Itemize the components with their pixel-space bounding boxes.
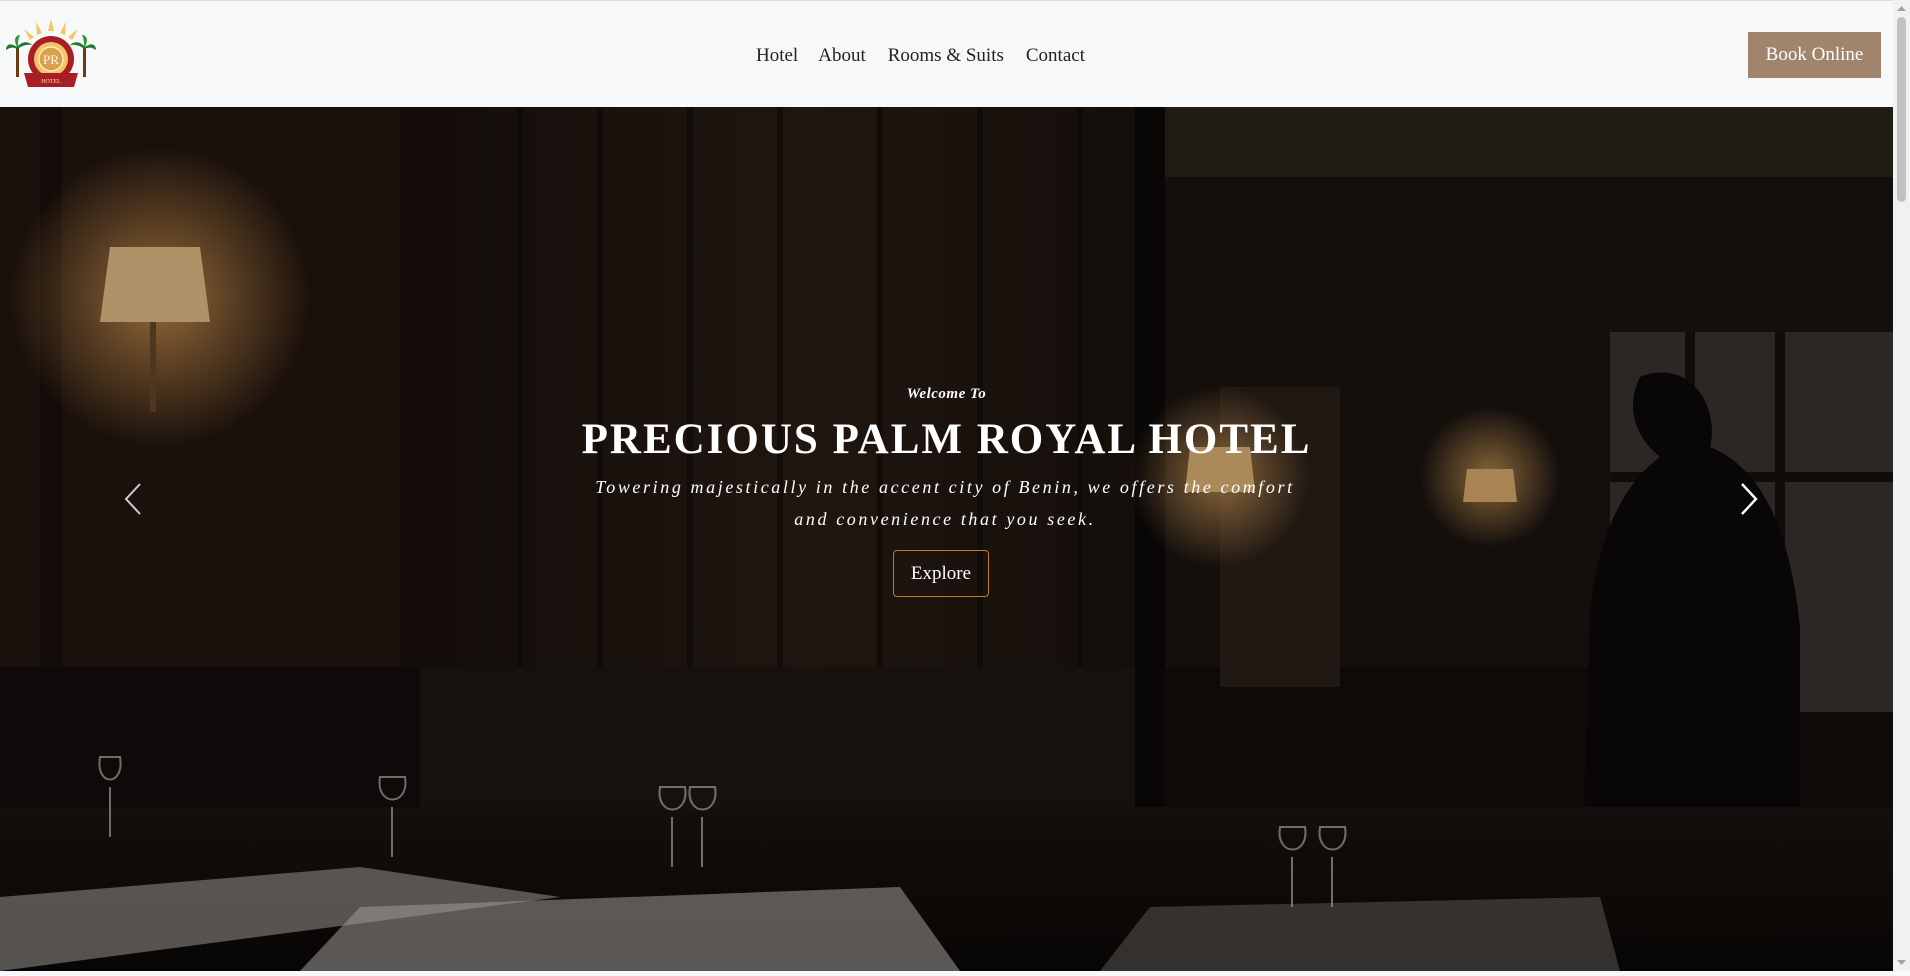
nav-rooms-suits[interactable]: Rooms & Suits <box>888 45 1004 67</box>
nav-contact[interactable]: Contact <box>1026 45 1085 67</box>
nav-about[interactable]: About <box>818 45 866 67</box>
hotel-logo[interactable]: PR HOTEL <box>6 17 96 91</box>
hero-title: PRECIOUS PALM ROYAL HOTEL <box>581 416 1312 463</box>
carousel-prev-button[interactable] <box>118 474 148 524</box>
carousel-next-button[interactable] <box>1734 474 1764 524</box>
scroll-down-arrow-icon[interactable] <box>1893 954 1910 971</box>
site-header: PR HOTEL Hotel About Rooms & Suits Conta… <box>0 0 1893 107</box>
scrollbar-thumb[interactable] <box>1897 17 1906 202</box>
logo-monogram: PR <box>43 52 59 67</box>
book-online-button[interactable]: Book Online <box>1748 32 1881 78</box>
chevron-left-icon <box>124 483 141 515</box>
explore-button[interactable]: Explore <box>893 550 989 597</box>
restaurant-background-image <box>0 107 1893 971</box>
page-scrollbar[interactable] <box>1893 0 1910 971</box>
main-nav: Hotel About Rooms & Suits Contact <box>756 41 1107 71</box>
nav-hotel[interactable]: Hotel <box>756 45 798 67</box>
palm-tree-crest-logo-icon: PR HOTEL <box>6 19 96 87</box>
hero-carousel: Welcome To PRECIOUS PALM ROYAL HOTEL Tow… <box>0 107 1893 971</box>
hero-eyebrow: Welcome To <box>906 386 987 402</box>
scroll-up-arrow-icon[interactable] <box>1893 0 1910 17</box>
hero-subtitle: Towering majestically in the accent city… <box>595 477 1295 529</box>
chevron-right-icon <box>1741 483 1758 515</box>
logo-hotel-text: HOTEL <box>41 79 61 85</box>
